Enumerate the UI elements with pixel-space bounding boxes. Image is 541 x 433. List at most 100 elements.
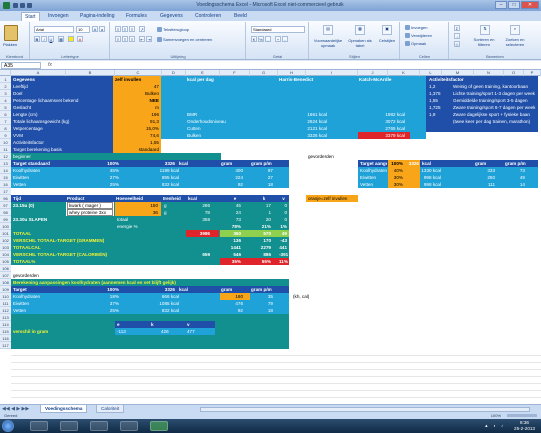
cell-target-kcal[interactable]: 3326: [150, 160, 176, 167]
decrease-indent-icon[interactable]: ⇤: [139, 36, 145, 42]
cell-macro-gpm[interactable]: 18: [250, 181, 274, 188]
cell-target-pct[interactable]: 100%: [92, 160, 120, 167]
orientation-icon[interactable]: ↗: [139, 26, 145, 32]
cell-diff-k[interactable]: 426: [160, 328, 184, 335]
currency-icon[interactable]: €: [251, 36, 257, 42]
row-header[interactable]: 13: [0, 160, 11, 167]
paste-button[interactable]: Plakken: [3, 42, 17, 47]
row-header[interactable]: 102: [0, 237, 11, 244]
paste-icon[interactable]: [4, 25, 18, 41]
system-tray-icons[interactable]: ▲ ◐ ♪: [484, 423, 505, 428]
row-header[interactable]: 98: [0, 209, 11, 216]
cell-adjust-name[interactable]: Vetten: [12, 307, 82, 314]
grow-font-icon[interactable]: A: [92, 26, 98, 32]
cell-input[interactable]: 47: [114, 83, 160, 90]
cell-label[interactable]: Geslacht: [12, 104, 112, 111]
cell-adjust-kcal[interactable]: 3326: [150, 286, 176, 293]
minimize-button[interactable]: –: [495, 1, 507, 9]
row-header[interactable]: 115: [0, 328, 11, 335]
cell-katch-value[interactable]: 3379 kcal: [362, 132, 406, 139]
sheet-nav-arrows[interactable]: ◀◀ ◀ ▶ ▶▶: [2, 406, 29, 412]
sheet-tab-voedingsschema[interactable]: Voedingsschema: [40, 405, 88, 413]
row-header[interactable]: 111: [0, 300, 11, 307]
increase-decimal-icon[interactable]: +: [275, 36, 281, 42]
row-header[interactable]: 15: [0, 174, 11, 181]
cell-total-v4[interactable]: -43: [278, 237, 288, 244]
find-select-icon[interactable]: ⌕: [510, 25, 520, 35]
cell-activity-factor[interactable]: 1,9: [428, 111, 448, 118]
cell-input[interactable]: 1,55: [114, 139, 160, 146]
cell-label[interactable]: Activiteitsfactor: [12, 139, 112, 146]
cell-hdr-tijd[interactable]: Tijd: [12, 195, 62, 202]
tab-gegevens[interactable]: Gegevens: [160, 12, 183, 21]
cell-activity-desc[interactable]: Zware training/sport 6-7 dagen per week: [452, 104, 538, 111]
cell-kcal[interactable]: 78: [187, 209, 211, 216]
cell-target-unit[interactable]: kcal: [178, 160, 196, 167]
fx-icon[interactable]: fx: [48, 62, 52, 68]
cell-adjust-row-gpm[interactable]: 18: [250, 307, 274, 314]
tab-start[interactable]: Start: [21, 12, 40, 21]
cell-macro-gram[interactable]: 92: [220, 181, 244, 188]
tab-formules[interactable]: Formules: [126, 12, 147, 21]
find-select-button[interactable]: Zoeken en selecteren: [500, 37, 530, 47]
cell-total-label[interactable]: totaal: [116, 216, 160, 223]
cell-macro-name[interactable]: Vetten: [12, 181, 82, 188]
row-header[interactable]: 8: [0, 125, 11, 132]
number-format-select[interactable]: Standaard: [251, 26, 305, 33]
underline-icon[interactable]: U: [48, 36, 54, 42]
cell-total-v2[interactable]: 1441: [220, 244, 242, 251]
cell-tijd[interactable]: 23.30u SLAPEN: [12, 216, 72, 223]
tab-invoegen[interactable]: Invoegen: [48, 12, 69, 21]
cell-activity-desc[interactable]: Zware dagelijkse sport + fysieke baan: [452, 111, 538, 118]
cell-harris-value[interactable]: 1661 kcal: [290, 111, 328, 118]
cell-adjust-row-gpm[interactable]: 35: [250, 293, 274, 300]
maximize-button[interactable]: □: [508, 1, 520, 9]
cell-katch-value[interactable]: 2765 kcal: [362, 125, 406, 132]
cell-hdr-v[interactable]: v: [278, 195, 289, 202]
row-header[interactable]: 3: [0, 90, 11, 97]
shrink-font-icon[interactable]: a: [99, 26, 105, 32]
row-header[interactable]: 117: [0, 342, 11, 349]
cell-input[interactable]: 15,0%: [114, 125, 160, 132]
cell-v[interactable]: 0: [278, 216, 288, 223]
tab-controleren[interactable]: Controleren: [195, 12, 221, 21]
cell-adjust-row-gram[interactable]: 160: [220, 293, 244, 300]
row-header[interactable]: 2: [0, 83, 11, 90]
cell-hdr-amount[interactable]: Hoeveelheid: [115, 195, 161, 202]
formula-input[interactable]: [60, 62, 538, 69]
name-box[interactable]: A35: [1, 62, 41, 69]
row-header[interactable]: 110: [0, 293, 11, 300]
cell-macro-right-kcal[interactable]: 998 kcal: [404, 181, 442, 188]
cell-activity-factor[interactable]: 1,2: [428, 83, 448, 90]
sort-filter-icon[interactable]: ⇅: [480, 25, 490, 35]
cell-macro-right-name[interactable]: Koolhydraten: [359, 167, 387, 174]
explorer-taskbar-icon[interactable]: [60, 421, 78, 431]
cell-macro-gram[interactable]: 400: [220, 167, 244, 174]
cell-v[interactable]: 0: [278, 202, 288, 209]
cell-target-label[interactable]: Target standaard: [12, 160, 92, 167]
sort-filter-button[interactable]: Sorteren en filteren: [469, 37, 499, 47]
borders-icon[interactable]: ▦: [58, 36, 64, 42]
cell-macro-right-gpm[interactable]: 49: [504, 174, 526, 181]
cell-gevorderden-label[interactable]: gevorderden: [12, 272, 72, 279]
row-header[interactable]: 99: [0, 216, 11, 223]
row-header[interactable]: 104: [0, 251, 11, 258]
cell-target-gram[interactable]: gram: [220, 160, 244, 167]
row-header[interactable]: 114: [0, 321, 11, 328]
cell-kcal[interactable]: 286: [187, 202, 211, 209]
cell-hdr-unit[interactable]: Eenheid: [162, 195, 186, 202]
cell-kcal-header[interactable]: kcal per dag: [186, 76, 246, 83]
cell-adjust-row-pct[interactable]: 37%: [92, 300, 120, 307]
cell-label[interactable]: Totale lichaamsgewicht (kg): [12, 118, 112, 125]
cell-total-v3[interactable]: 170: [250, 237, 272, 244]
cell-label[interactable]: Lengte (cm): [12, 111, 112, 118]
cell-input[interactable]: standaard: [114, 146, 160, 153]
cell-total-v4[interactable]: 11%: [278, 258, 288, 265]
cell-label[interactable]: Doel: [12, 90, 112, 97]
cell-total-v3[interactable]: 570: [250, 230, 272, 237]
cell-e[interactable]: 24: [220, 209, 242, 216]
clear-icon[interactable]: ◇: [454, 41, 460, 47]
cell-hdr-product[interactable]: Product: [66, 195, 114, 202]
cell-kcal-label[interactable]: Cutten: [186, 125, 246, 132]
cell-kcal-label[interactable]: Onderhoudsniveau: [186, 118, 246, 125]
